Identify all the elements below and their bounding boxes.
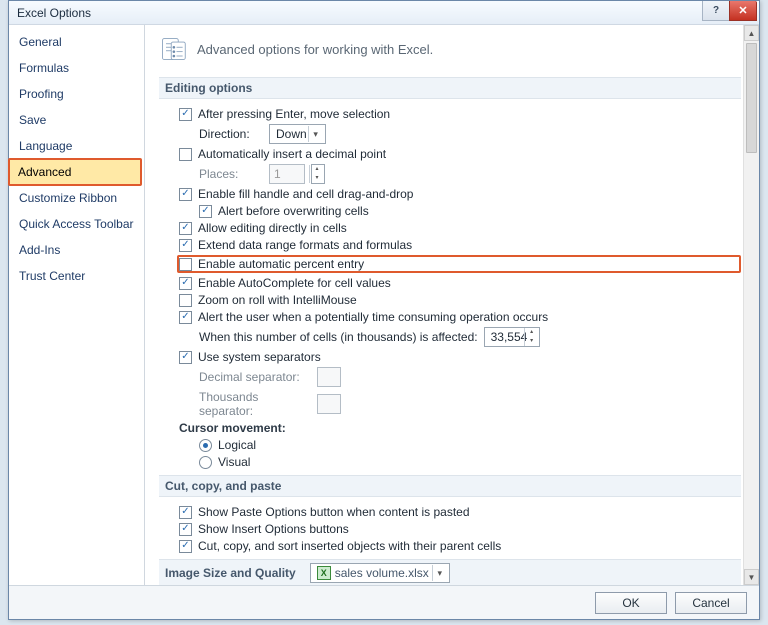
checkbox-alert-time[interactable] — [179, 311, 192, 324]
window-title: Excel Options — [17, 6, 91, 20]
checkbox-show-insert[interactable] — [179, 523, 192, 536]
sidebar-item-proofing[interactable]: Proofing — [9, 81, 144, 107]
input-thousands-separator — [317, 394, 341, 414]
label-logical: Logical — [218, 438, 256, 452]
input-decimal-separator — [317, 367, 341, 387]
sidebar-item-add-ins[interactable]: Add-Ins — [9, 237, 144, 263]
scroll-thumb[interactable] — [746, 43, 757, 153]
sidebar-item-quick-access-toolbar[interactable]: Quick Access Toolbar — [9, 211, 144, 237]
sidebar-item-trust-center[interactable]: Trust Center — [9, 263, 144, 289]
options-content: Advanced options for working with Excel.… — [145, 25, 743, 585]
section-image-size-quality: Image Size and Quality X sales volume.xl… — [159, 559, 741, 585]
radio-visual[interactable] — [199, 456, 212, 469]
radio-logical[interactable] — [199, 439, 212, 452]
ok-button[interactable]: OK — [595, 592, 667, 614]
category-sidebar: General Formulas Proofing Save Language … — [9, 25, 145, 585]
checkbox-after-enter[interactable] — [179, 108, 192, 121]
help-button[interactable] — [702, 1, 730, 21]
excel-options-dialog: Excel Options General Formulas Proofing … — [8, 0, 760, 620]
label-extend-range: Extend data range formats and formulas — [198, 238, 412, 252]
titlebar[interactable]: Excel Options — [9, 1, 759, 25]
label-after-enter: After pressing Enter, move selection — [198, 107, 390, 121]
label-auto-percent: Enable automatic percent entry — [198, 257, 364, 271]
label-cursor-movement: Cursor movement: — [179, 421, 286, 435]
advanced-options-icon — [159, 35, 187, 63]
sidebar-item-formulas[interactable]: Formulas — [9, 55, 144, 81]
checkbox-zoom-intellimouse[interactable] — [179, 294, 192, 307]
checkbox-show-paste[interactable] — [179, 506, 192, 519]
select-direction[interactable]: Down — [269, 124, 326, 144]
vertical-scrollbar[interactable]: ▲ ▼ — [743, 25, 759, 585]
sidebar-item-language[interactable]: Language — [9, 133, 144, 159]
dialog-footer: OK Cancel — [9, 585, 759, 619]
label-system-separators: Use system separators — [198, 350, 321, 364]
label-alert-overwrite: Alert before overwriting cells — [218, 204, 369, 218]
scroll-up-button[interactable]: ▲ — [744, 25, 759, 41]
label-auto-decimal: Automatically insert a decimal point — [198, 147, 386, 161]
spinner-places — [311, 164, 325, 184]
scroll-down-button[interactable]: ▼ — [744, 569, 759, 585]
checkbox-extend-range[interactable] — [179, 239, 192, 252]
select-workbook[interactable]: X sales volume.xlsx — [310, 563, 450, 583]
excel-file-icon: X — [317, 566, 331, 580]
label-show-insert: Show Insert Options buttons — [198, 522, 349, 536]
checkbox-system-separators[interactable] — [179, 351, 192, 364]
section-cut-copy-paste: Cut, copy, and paste — [159, 475, 741, 497]
sidebar-item-general[interactable]: General — [9, 29, 144, 55]
label-decimal-separator: Decimal separator: — [199, 370, 311, 384]
sidebar-item-save[interactable]: Save — [9, 107, 144, 133]
label-direction: Direction: — [199, 127, 263, 141]
checkbox-ccp-objects[interactable] — [179, 540, 192, 553]
section-editing-options: Editing options — [159, 77, 741, 99]
input-num-cells[interactable]: 33,554 — [484, 327, 540, 347]
checkbox-fill-handle[interactable] — [179, 188, 192, 201]
checkbox-auto-decimal[interactable] — [179, 148, 192, 161]
label-show-paste: Show Paste Options button when content i… — [198, 505, 470, 519]
select-workbook-value: sales volume.xlsx — [335, 566, 429, 580]
label-zoom-intellimouse: Zoom on roll with IntelliMouse — [198, 293, 357, 307]
label-num-cells: When this number of cells (in thousands)… — [199, 330, 478, 344]
page-heading: Advanced options for working with Excel. — [197, 42, 433, 57]
checkbox-auto-percent[interactable] — [179, 258, 192, 271]
sidebar-item-customize-ribbon[interactable]: Customize Ribbon — [9, 185, 144, 211]
label-ccp-objects: Cut, copy, and sort inserted objects wit… — [198, 539, 501, 553]
checkbox-autocomplete[interactable] — [179, 277, 192, 290]
label-alert-time: Alert the user when a potentially time c… — [198, 310, 548, 324]
checkbox-alert-overwrite[interactable] — [199, 205, 212, 218]
label-thousands-separator: Thousands separator: — [199, 390, 311, 418]
checkbox-allow-edit[interactable] — [179, 222, 192, 235]
label-image-size-quality: Image Size and Quality — [165, 566, 296, 580]
label-fill-handle: Enable fill handle and cell drag-and-dro… — [198, 187, 413, 201]
input-places: 1 — [269, 164, 305, 184]
label-visual: Visual — [218, 455, 250, 469]
cancel-button[interactable]: Cancel — [675, 592, 747, 614]
label-allow-edit: Allow editing directly in cells — [198, 221, 347, 235]
label-autocomplete: Enable AutoComplete for cell values — [198, 276, 391, 290]
label-places: Places: — [199, 167, 263, 181]
sidebar-item-advanced[interactable]: Advanced — [8, 158, 142, 186]
close-button[interactable] — [729, 1, 757, 21]
